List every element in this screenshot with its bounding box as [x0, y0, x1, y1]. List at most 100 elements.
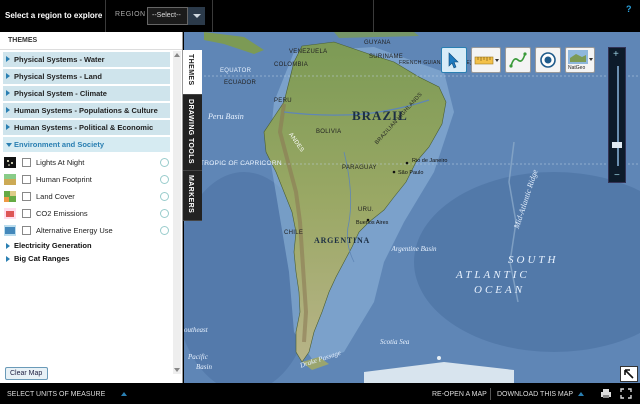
- subsection-label: Big Cat Ranges: [14, 254, 70, 263]
- theme-human-political[interactable]: Human Systems - Political & Economic: [3, 120, 170, 135]
- print-icon[interactable]: [600, 388, 612, 399]
- marker-icon: [540, 52, 556, 68]
- select-tool-button[interactable]: [441, 47, 467, 73]
- panel-title: THEMES: [8, 37, 38, 44]
- map-label-argentine-basin: Argentine Basin: [391, 245, 437, 253]
- map-label-southeast-pacific-2: Pacific: [188, 353, 208, 361]
- layer-checkbox[interactable]: [22, 226, 31, 235]
- zoom-track[interactable]: [617, 66, 619, 166]
- map-label-peru: PERU: [274, 98, 292, 104]
- info-icon[interactable]: [160, 158, 169, 167]
- expand-arrow-icon: [6, 243, 10, 249]
- map-label-guyana: GUYANA: [364, 40, 391, 46]
- co2-thumb: [4, 208, 16, 219]
- info-icon[interactable]: [160, 226, 169, 235]
- layer-human-footprint[interactable]: Human Footprint: [4, 171, 171, 188]
- subsection-label: Electricity Generation: [14, 241, 92, 250]
- map-label-atlantic: ATLANTIC: [456, 269, 530, 281]
- measure-tool-button[interactable]: [471, 47, 501, 73]
- map-label-paraguay: PARAGUAY: [342, 165, 377, 171]
- chevron-up-icon[interactable]: [578, 392, 584, 396]
- lights-at-night-thumb: [4, 157, 16, 168]
- layer-label: Lights At Night: [36, 158, 85, 167]
- layer-co2-emissions[interactable]: CO2 Emissions: [4, 205, 171, 222]
- theme-physical-climate[interactable]: Physical System - Climate: [3, 86, 170, 101]
- scroll-up-icon[interactable]: [174, 53, 180, 57]
- layer-alternative-energy[interactable]: Alternative Energy Use: [4, 222, 171, 239]
- topbar-divider: [105, 0, 106, 32]
- theme-label: Physical System - Climate: [14, 89, 107, 98]
- clear-map-button[interactable]: Clear Map: [5, 367, 48, 380]
- zoom-slider-thumb[interactable]: [612, 142, 622, 148]
- info-icon[interactable]: [160, 175, 169, 184]
- theme-human-populations[interactable]: Human Systems - Populations & Culture: [3, 103, 170, 118]
- help-icon[interactable]: ?: [626, 4, 632, 14]
- region-select-value: --Select--: [152, 12, 181, 19]
- chevron-up-icon[interactable]: [121, 392, 127, 396]
- draw-path-tool-button[interactable]: [505, 47, 531, 73]
- tab-drawing-tools[interactable]: DRAWING TOOLS: [183, 95, 202, 171]
- zoom-control[interactable]: + −: [608, 47, 626, 183]
- subsection-electricity[interactable]: Electricity Generation: [6, 239, 182, 252]
- marker-tool-button[interactable]: [535, 47, 561, 73]
- layer-land-cover[interactable]: Land Cover: [4, 188, 171, 205]
- expand-arrow-icon: [6, 256, 10, 262]
- reopen-map-button[interactable]: RE-OPEN A MAP: [432, 391, 487, 398]
- bottombar-divider: [490, 388, 491, 400]
- map-label-ecuador: ECUADOR: [224, 80, 257, 86]
- units-of-measure-button[interactable]: SELECT UNITS OF MEASURE: [7, 391, 105, 398]
- map-label-chile: CHILE: [284, 230, 304, 236]
- map-label-south: SOUTH: [508, 254, 559, 266]
- theme-label: Physical Systems - Land: [14, 72, 102, 81]
- layer-checkbox[interactable]: [22, 175, 31, 184]
- side-tabs: THEMES DRAWING TOOLS MARKERS: [183, 50, 202, 221]
- theme-environment-society[interactable]: Environment and Society: [3, 137, 170, 152]
- subsection-big-cat[interactable]: Big Cat Ranges: [6, 252, 182, 265]
- download-map-button[interactable]: DOWNLOAD THIS MAP: [497, 391, 573, 398]
- basemap-label: NatGeo: [568, 65, 586, 71]
- fullscreen-icon[interactable]: [620, 388, 632, 399]
- expand-arrow-icon: [6, 73, 10, 79]
- map-tools: NatGeo: [441, 47, 601, 75]
- land-cover-thumb: [4, 191, 16, 202]
- restore-panel-button[interactable]: [620, 366, 638, 382]
- layer-lights-at-night[interactable]: Lights At Night: [4, 154, 171, 171]
- layer-label: CO2 Emissions: [36, 209, 88, 218]
- expand-arrow-icon: [624, 369, 634, 379]
- map-label-colombia: COLOMBIA: [274, 62, 309, 68]
- tab-markers[interactable]: MARKERS: [183, 171, 202, 221]
- map-view[interactable]: GUYANA VENEZUELA COLOMBIA SURINAME FRENC…: [184, 32, 640, 383]
- layer-checkbox[interactable]: [22, 209, 31, 218]
- map-label-venezuela: VENEZUELA: [289, 49, 328, 55]
- human-footprint-thumb: [4, 174, 16, 185]
- layer-checkbox[interactable]: [22, 192, 31, 201]
- map-label-suriname: SURINAME: [369, 54, 404, 60]
- scroll-down-icon[interactable]: [174, 368, 180, 372]
- theme-label: Human Systems - Populations & Culture: [14, 106, 158, 115]
- tab-label: MARKERS: [187, 175, 194, 214]
- map-label-uruguay: URU.: [358, 207, 374, 213]
- tab-label: DRAWING TOOLS: [187, 99, 194, 164]
- panel-scrollbar[interactable]: [173, 51, 181, 374]
- layer-label: Alternative Energy Use: [36, 226, 113, 235]
- theme-label: Human Systems - Political & Economic: [14, 123, 154, 132]
- pointer-icon: [448, 52, 459, 69]
- basemap-button[interactable]: NatGeo: [565, 47, 595, 73]
- collapse-arrow-icon: [6, 143, 12, 147]
- theme-label: Environment and Society: [14, 140, 105, 149]
- topbar-divider: [212, 0, 213, 32]
- theme-physical-land[interactable]: Physical Systems - Land: [3, 69, 170, 84]
- zoom-in-icon[interactable]: +: [613, 49, 619, 60]
- region-label: REGION: [115, 11, 146, 18]
- tab-label: THEMES: [187, 54, 194, 86]
- layer-checkbox[interactable]: [22, 158, 31, 167]
- info-icon[interactable]: [160, 192, 169, 201]
- tab-themes[interactable]: THEMES: [183, 50, 202, 95]
- zoom-out-icon[interactable]: −: [614, 170, 620, 181]
- info-icon[interactable]: [160, 209, 169, 218]
- theme-physical-water[interactable]: Physical Systems - Water: [3, 52, 170, 67]
- map-label-ocean: OCEAN: [474, 284, 526, 296]
- map-label-southeast-pacific-3: Basin: [196, 363, 212, 371]
- expand-arrow-icon: [6, 124, 10, 130]
- region-dropdown-button[interactable]: [187, 7, 205, 25]
